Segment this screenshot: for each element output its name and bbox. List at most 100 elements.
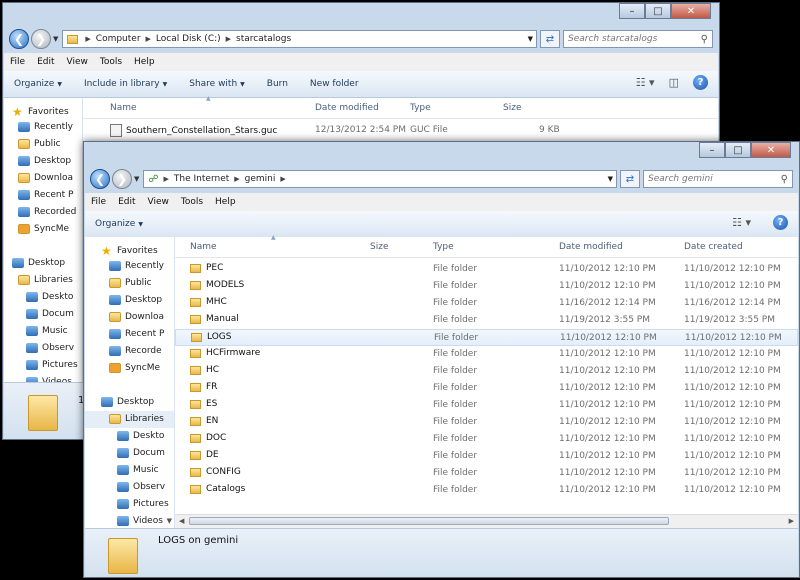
maximize-button[interactable]: □ <box>645 3 671 19</box>
menu-view[interactable]: View <box>67 57 88 67</box>
refresh-button[interactable]: ⇄ <box>620 170 640 188</box>
table-row[interactable]: Manual File folder 11/19/2012 3:55 PM 11/19… <box>175 312 798 329</box>
address-bar[interactable]: ☍ ▶ The Internet ▶ gemini ▶ ▼ <box>143 170 617 188</box>
burn-button[interactable]: Burn <box>267 79 288 89</box>
organize-button[interactable]: Organize ▼ <box>95 219 143 229</box>
search-input[interactable]: Search starcatalogs ⚲ <box>563 30 713 48</box>
chevron-right-icon[interactable]: ▶ <box>146 35 151 43</box>
nav-public[interactable]: Public <box>18 139 61 149</box>
column-type[interactable]: Type <box>433 242 454 252</box>
nav-observ[interactable]: Observ <box>26 343 74 353</box>
include-in-library-button[interactable]: Include in library ▼ <box>84 79 167 89</box>
nav-videos[interactable]: Videos <box>117 516 163 526</box>
column-name[interactable]: Name <box>110 103 137 113</box>
nav-desktop-root[interactable]: Desktop <box>12 258 65 268</box>
nav-documents[interactable]: Docum <box>26 309 74 319</box>
minimize-button[interactable]: – <box>619 3 645 19</box>
table-row[interactable]: EN File folder 11/10/2012 12:10 PM 11/10/20… <box>175 414 798 431</box>
nav-desktop[interactable]: Desktop <box>18 156 71 166</box>
table-row[interactable]: FR File folder 11/10/2012 12:10 PM 11/10/20… <box>175 380 798 397</box>
menu-edit[interactable]: Edit <box>118 197 135 207</box>
nav-syncme[interactable]: SyncMe <box>18 224 69 234</box>
scroll-left-arrow[interactable]: ◀ <box>179 517 184 525</box>
menu-help[interactable]: Help <box>215 197 236 207</box>
nav-recently[interactable]: Recently <box>18 122 73 132</box>
nav-recorded[interactable]: Recorde <box>109 346 162 356</box>
chevron-down-icon[interactable]: ▼ <box>608 175 613 183</box>
horizontal-scrollbar[interactable]: ◀ ▶ <box>175 514 798 528</box>
back-button[interactable]: ❮ <box>90 169 110 189</box>
search-icon[interactable]: ⚲ <box>701 34 708 45</box>
nav-recorded[interactable]: Recorded <box>18 207 76 217</box>
breadcrumb-the-internet[interactable]: The Internet <box>174 174 229 184</box>
change-view-icon[interactable]: ☷ ▾ <box>732 216 751 229</box>
menu-tools[interactable]: Tools <box>181 197 203 207</box>
new-folder-button[interactable]: New folder <box>310 79 359 89</box>
nav-favorites[interactable]: ★ Favorites <box>101 244 158 258</box>
menu-edit[interactable]: Edit <box>37 57 54 67</box>
nav-pictures[interactable]: Pictures <box>117 499 169 509</box>
table-row[interactable]: LOGS File folder 11/10/2012 12:10 PM 11/10/… <box>175 329 798 346</box>
scrollbar-thumb[interactable] <box>189 517 669 525</box>
nav-lib-desktop[interactable]: Deskto <box>26 292 73 302</box>
recent-pages-dropdown[interactable]: ▼ <box>53 35 58 43</box>
table-row[interactable]: ES File folder 11/10/2012 12:10 PM 11/10/20… <box>175 397 798 414</box>
table-row[interactable]: PEC File folder 11/10/2012 12:10 PM 11/10/2… <box>175 261 798 278</box>
column-date-created[interactable]: Date created <box>684 242 743 252</box>
chevron-down-icon[interactable]: ▼ <box>528 35 533 43</box>
nav-downloads[interactable]: Downloa <box>109 312 164 322</box>
table-row[interactable]: MHC File folder 11/16/2012 12:14 PM 11/16/2… <box>175 295 798 312</box>
menu-file[interactable]: File <box>10 57 25 67</box>
change-view-icon[interactable]: ☷ ▾ <box>636 76 655 89</box>
organize-button[interactable]: Organize ▼ <box>14 79 62 89</box>
chevron-right-icon[interactable]: ▶ <box>226 35 231 43</box>
search-icon[interactable]: ⚲ <box>781 174 788 185</box>
nav-recent-places[interactable]: Recent P <box>109 329 164 339</box>
forward-button[interactable]: ❯ <box>112 169 132 189</box>
table-row[interactable]: Southern_Constellation_Stars.guc 12/13/2… <box>83 122 718 139</box>
chevron-right-icon[interactable]: ▶ <box>280 175 285 183</box>
column-date-modified[interactable]: Date modified <box>315 103 379 113</box>
chevron-right-icon[interactable]: ▶ <box>85 35 90 43</box>
close-button[interactable]: ✕ <box>751 142 791 158</box>
menu-help[interactable]: Help <box>134 57 155 67</box>
breadcrumb-computer[interactable]: Computer <box>96 34 141 44</box>
back-button[interactable]: ❮ <box>9 29 29 49</box>
breadcrumb-gemini[interactable]: gemini <box>245 174 276 184</box>
breadcrumb-starcatalogs[interactable]: starcatalogs <box>236 34 291 44</box>
menu-view[interactable]: View <box>148 197 169 207</box>
column-size[interactable]: Size <box>370 242 388 252</box>
nav-observ[interactable]: Observ <box>117 482 165 492</box>
table-row[interactable]: HC File folder 11/10/2012 12:10 PM 11/10/20… <box>175 363 798 380</box>
scroll-right-arrow[interactable]: ▶ <box>789 517 794 525</box>
table-row[interactable]: MODELS File folder 11/10/2012 12:10 PM 11/1… <box>175 278 798 295</box>
table-row[interactable]: HCFirmware File folder 11/10/2012 12:10 PM… <box>175 346 798 363</box>
nav-pictures[interactable]: Pictures <box>26 360 78 370</box>
nav-music[interactable]: Music <box>26 326 68 336</box>
help-icon[interactable]: ? <box>773 215 788 230</box>
nav-libraries[interactable]: Libraries <box>109 414 164 424</box>
nav-desktop[interactable]: Desktop <box>109 295 162 305</box>
nav-libraries[interactable]: Libraries <box>18 275 73 285</box>
table-row[interactable]: DOC File folder 11/10/2012 12:10 PM 11/10/2… <box>175 431 798 448</box>
menu-tools[interactable]: Tools <box>100 57 122 67</box>
nav-desktop-root[interactable]: Desktop <box>101 397 154 407</box>
forward-button[interactable]: ❯ <box>31 29 51 49</box>
scroll-down-arrow[interactable]: ▼ <box>167 517 172 525</box>
nav-recently[interactable]: Recently <box>109 261 164 271</box>
preview-pane-icon[interactable]: ◫ <box>669 76 679 89</box>
search-input[interactable]: Search gemini ⚲ <box>643 170 793 188</box>
nav-documents[interactable]: Docum <box>117 448 165 458</box>
nav-favorites[interactable]: ★ Favorites <box>12 105 69 119</box>
share-with-button[interactable]: Share with ▼ <box>189 79 245 89</box>
chevron-right-icon[interactable]: ▶ <box>164 175 169 183</box>
column-size[interactable]: Size <box>503 103 521 113</box>
recent-pages-dropdown[interactable]: ▼ <box>134 175 139 183</box>
nav-downloads[interactable]: Downloa <box>18 173 73 183</box>
breadcrumb-local-disk[interactable]: Local Disk (C:) <box>156 34 221 44</box>
address-bar[interactable]: ▶ Computer ▶ Local Disk (C:) ▶ starcatal… <box>62 30 537 48</box>
nav-music[interactable]: Music <box>117 465 159 475</box>
table-row[interactable]: CONFIG File folder 11/10/2012 12:10 PM 11/1… <box>175 465 798 482</box>
refresh-button[interactable]: ⇄ <box>540 30 560 48</box>
minimize-button[interactable]: – <box>699 142 725 158</box>
